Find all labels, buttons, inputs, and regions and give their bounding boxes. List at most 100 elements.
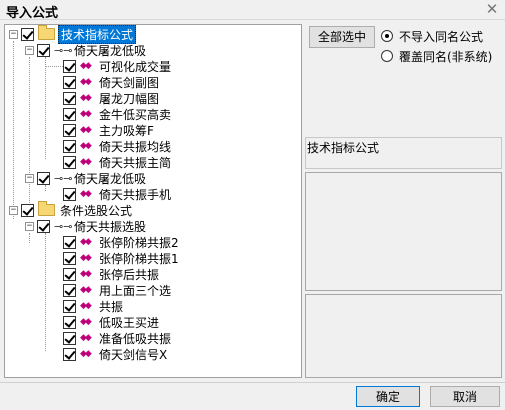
formula-icon: ◆◆ <box>80 157 92 167</box>
radio-button-icon[interactable] <box>381 50 393 62</box>
tree-leaf-label: 主力吸筹F <box>99 123 154 138</box>
tree-leaf-label: 倚天共振手机 <box>99 187 172 202</box>
formula-icon: ◆◆ <box>80 61 92 71</box>
checkbox[interactable] <box>63 347 76 361</box>
tree-leaf-label: 张停后共振 <box>99 267 160 282</box>
formula-params-panel <box>305 294 502 378</box>
tree-leaf[interactable]: ◆◆ 倚天共振手机 <box>41 186 173 202</box>
tree-leaf-label: 可视化成交量 <box>99 59 172 74</box>
collapse-icon[interactable]: − <box>25 173 34 183</box>
radio-overwrite[interactable]: 覆盖同名(非系统) <box>381 48 492 64</box>
collapse-icon[interactable]: − <box>9 29 18 39</box>
checkbox[interactable] <box>63 315 76 329</box>
formula-icon: ◆◆ <box>80 109 92 119</box>
formula-icon: ◆◆ <box>80 77 92 87</box>
radio-button-icon[interactable] <box>381 30 393 42</box>
formula-icon: ◆◆ <box>80 317 92 327</box>
checkbox[interactable] <box>63 139 76 153</box>
tree-leaf[interactable]: ◆◆ 倚天剑信号X <box>41 346 169 362</box>
tree-leaf[interactable]: ◆◆ 倚天共振均线 <box>41 138 173 154</box>
checkbox[interactable] <box>63 107 76 121</box>
tree-leaf-label: 用上面三个选 <box>99 283 172 298</box>
tree-leaf[interactable]: ◆◆ 倚天共振主简 <box>41 154 173 170</box>
tree-leaf[interactable]: ◆◆ 可视化成交量 <box>41 58 173 74</box>
tree-node-label: 倚天共振选股 <box>74 219 147 234</box>
select-all-button[interactable]: 全部选中 <box>309 26 375 48</box>
tree-leaf[interactable]: ◆◆ 共振 <box>41 298 125 314</box>
checkbox[interactable] <box>21 203 34 217</box>
footer-divider <box>0 382 505 383</box>
formula-icon: ◆◆ <box>80 253 92 263</box>
tree-node-root[interactable]: − 条件选股公式 <box>9 201 134 218</box>
checkbox[interactable] <box>63 187 76 201</box>
formula-icon: ◆◆ <box>80 301 92 311</box>
key-icon: ⊸⊸ <box>54 171 73 185</box>
tree-leaf-label: 倚天共振主简 <box>99 155 172 170</box>
tree-leaf-label: 准备低吸共振 <box>99 331 172 346</box>
checkbox[interactable] <box>63 235 76 249</box>
tree-node-group[interactable]: − ⊸⊸ 倚天屠龙低吸 <box>25 42 148 58</box>
folder-icon <box>38 201 55 216</box>
tree-leaf-label: 倚天剑信号X <box>99 347 168 362</box>
tree-node-group[interactable]: − ⊸⊸ 倚天共振选股 <box>25 218 148 234</box>
formula-icon: ◆◆ <box>80 189 92 199</box>
checkbox[interactable] <box>37 171 50 185</box>
folder-icon <box>38 25 55 40</box>
ok-button[interactable]: 确定 <box>356 386 420 407</box>
tree-connector <box>29 233 30 243</box>
checkbox[interactable] <box>21 27 34 41</box>
formula-icon: ◆◆ <box>80 93 92 103</box>
checkbox[interactable] <box>37 219 50 233</box>
checkbox[interactable] <box>63 59 76 73</box>
checkbox[interactable] <box>63 251 76 265</box>
tree-leaf[interactable]: ◆◆ 准备低吸共振 <box>41 330 173 346</box>
tree-leaf[interactable]: ◆◆ 金牛低买高卖 <box>41 106 173 122</box>
tree-node-group[interactable]: − ⊸⊸ 倚天屠龙低吸 <box>25 170 148 186</box>
tree-node-label: 倚天屠龙低吸 <box>74 171 147 186</box>
checkbox[interactable] <box>63 155 76 169</box>
tree-node-label: 条件选股公式 <box>60 203 133 218</box>
checkbox[interactable] <box>37 43 50 57</box>
formula-tree[interactable]: − 技术指标公式 − ⊸⊸ 倚天屠龙低吸 ◆◆ 可视化成交量 ◆◆ 倚天剑副图 … <box>4 24 302 378</box>
tree-leaf[interactable]: ◆◆ 主力吸筹F <box>41 122 156 138</box>
formula-type-panel: 技术指标公式 <box>305 137 502 169</box>
tree-connector <box>13 41 14 219</box>
collapse-icon[interactable]: − <box>9 205 18 215</box>
tree-leaf-label: 屠龙刀幅图 <box>99 91 160 106</box>
tree-node-label: 倚天屠龙低吸 <box>74 43 147 58</box>
formula-icon: ◆◆ <box>80 237 92 247</box>
tree-leaf[interactable]: ◆◆ 张停阶梯共振2 <box>41 234 181 250</box>
tree-leaf[interactable]: ◆◆ 张停阶梯共振1 <box>41 250 181 266</box>
tree-leaf[interactable]: ◆◆ 倚天剑副图 <box>41 74 161 90</box>
checkbox[interactable] <box>63 91 76 105</box>
key-icon: ⊸⊸ <box>54 219 73 233</box>
tree-leaf[interactable]: ◆◆ 屠龙刀幅图 <box>41 90 161 106</box>
tree-leaf[interactable]: ◆◆ 张停后共振 <box>41 266 161 282</box>
radio-no-import[interactable]: 不导入同名公式 <box>381 28 483 44</box>
window-title: 导入公式 <box>6 6 59 21</box>
checkbox[interactable] <box>63 123 76 137</box>
checkbox[interactable] <box>63 75 76 89</box>
formula-icon: ◆◆ <box>80 333 92 343</box>
tree-leaf[interactable]: ◆◆ 用上面三个选 <box>41 282 173 298</box>
collapse-icon[interactable]: − <box>25 221 34 231</box>
tree-connector <box>45 66 65 67</box>
formula-icon: ◆◆ <box>80 269 92 279</box>
formula-icon: ◆◆ <box>80 141 92 151</box>
tree-leaf[interactable]: ◆◆ 低吸王买进 <box>41 314 161 330</box>
checkbox[interactable] <box>63 283 76 297</box>
close-icon[interactable]: ✕ <box>485 0 499 18</box>
tree-node-root[interactable]: − 技术指标公式 <box>9 25 137 44</box>
radio-label: 覆盖同名(非系统) <box>399 49 493 64</box>
tree-leaf-label: 低吸王买进 <box>99 315 160 330</box>
tree-leaf-label: 共振 <box>99 299 124 314</box>
radio-label: 不导入同名公式 <box>399 29 484 44</box>
checkbox[interactable] <box>63 267 76 281</box>
checkbox[interactable] <box>63 331 76 345</box>
collapse-icon[interactable]: − <box>25 45 34 55</box>
tree-leaf-label: 张停阶梯共振2 <box>99 235 179 250</box>
key-icon: ⊸⊸ <box>54 43 73 57</box>
checkbox[interactable] <box>63 299 76 313</box>
tree-leaf-label: 倚天共振均线 <box>99 139 172 154</box>
cancel-button[interactable]: 取消 <box>430 386 500 407</box>
